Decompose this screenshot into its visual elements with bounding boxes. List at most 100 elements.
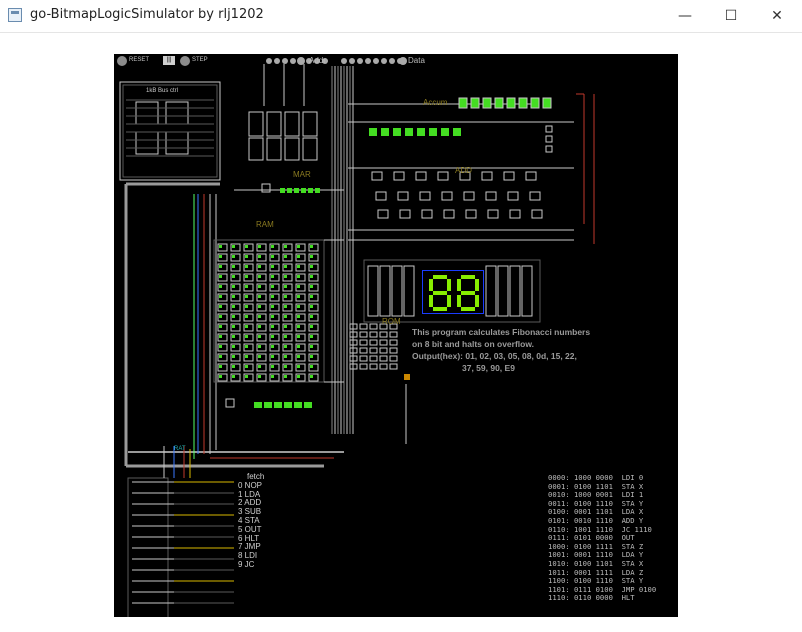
- adder-gate: [525, 171, 537, 181]
- bus-connector: [373, 58, 379, 64]
- mode-toggle[interactable]: |||: [163, 56, 175, 65]
- adder-gate: [465, 209, 477, 219]
- step-label: STEP: [192, 57, 208, 63]
- adder-gate: [443, 209, 455, 219]
- addr-bus-label: Addr: [309, 56, 326, 65]
- rom-cell: [379, 331, 388, 338]
- ram-bit: [219, 305, 222, 308]
- register-cell: [248, 111, 264, 137]
- output-latch: [485, 265, 497, 317]
- ram-led: [294, 402, 302, 408]
- small-box: [545, 135, 553, 143]
- ram-bit: [284, 305, 287, 308]
- small-box: [545, 125, 553, 133]
- ram-bit: [245, 285, 248, 288]
- rom-cell: [389, 347, 398, 354]
- adder-gate: [529, 191, 541, 201]
- close-button[interactable]: ✕: [754, 0, 800, 32]
- adder-gate: [375, 191, 387, 201]
- ram-bit: [245, 305, 248, 308]
- ram-bit: [258, 265, 261, 268]
- description-line: on 8 bit and halts on overflow.: [412, 339, 534, 349]
- ram-bit: [219, 255, 222, 258]
- ram-bit: [271, 285, 274, 288]
- rom-indicator: [404, 374, 410, 380]
- adder-gate: [463, 191, 475, 201]
- ram-bit: [232, 375, 235, 378]
- display-segment: [461, 275, 475, 279]
- output-latch: [379, 265, 391, 317]
- maximize-button[interactable]: ☐: [708, 0, 754, 32]
- mar-led: [301, 188, 306, 193]
- bus-connector: [389, 58, 395, 64]
- ram-bit: [310, 245, 313, 248]
- output-latch: [391, 265, 403, 317]
- accum-led: [441, 128, 449, 136]
- clock-block: [119, 81, 221, 181]
- ram-label: RAM: [256, 220, 274, 229]
- ram-bit: [232, 265, 235, 268]
- ram-bit: [232, 285, 235, 288]
- add-label: ADD: [455, 166, 472, 175]
- accum-led: [417, 128, 425, 136]
- ram-bit: [232, 295, 235, 298]
- ram-bit: [245, 295, 248, 298]
- ram-box: [225, 398, 235, 408]
- minimize-button[interactable]: —: [662, 0, 708, 32]
- ram-bit: [271, 305, 274, 308]
- bus-connector: [274, 58, 280, 64]
- adder-gate: [437, 171, 449, 181]
- reset-button[interactable]: [117, 56, 127, 66]
- ram-bit: [219, 345, 222, 348]
- bus-connector: [290, 58, 296, 64]
- ram-bit: [284, 355, 287, 358]
- ram-bit: [297, 355, 300, 358]
- addr-bus-button: [297, 57, 305, 65]
- ram-bit: [271, 335, 274, 338]
- step-button[interactable]: [180, 56, 190, 66]
- bus-connector: [349, 58, 355, 64]
- ram-bit: [310, 365, 313, 368]
- adder-gate: [441, 191, 453, 201]
- ram-bit: [258, 275, 261, 278]
- ram-bit: [219, 375, 222, 378]
- circuit-board[interactable]: RESET ||| STEP Addr Data 1kB Bus ctrl Ac…: [114, 54, 678, 617]
- rom-cell: [359, 363, 368, 370]
- ram-bit: [232, 315, 235, 318]
- ram-bit: [284, 345, 287, 348]
- ram-bit: [271, 245, 274, 248]
- ram-bit: [297, 275, 300, 278]
- ram-bit: [297, 345, 300, 348]
- ram-bit: [219, 365, 222, 368]
- small-box: [545, 145, 553, 153]
- ram-bit: [258, 245, 261, 248]
- ram-bit: [284, 315, 287, 318]
- title-bar: go-BitmapLogicSimulator by rlj1202 — ☐ ✕: [0, 0, 802, 33]
- rom-cell: [359, 355, 368, 362]
- rom-cell: [359, 323, 368, 330]
- ram-bit: [219, 335, 222, 338]
- ram-bit: [219, 275, 222, 278]
- accum-label: Accum: [423, 98, 448, 107]
- opcode-item: 9 JC: [238, 559, 255, 569]
- ram-bit: [310, 285, 313, 288]
- ram-bit: [297, 285, 300, 288]
- ram-bit: [245, 255, 248, 258]
- ram-bit: [284, 285, 287, 288]
- display-segment: [475, 279, 479, 291]
- ram-bit: [310, 345, 313, 348]
- output-latch: [497, 265, 509, 317]
- display-segment: [433, 307, 447, 311]
- ram-bit: [232, 305, 235, 308]
- display-segment: [433, 275, 447, 279]
- ram-bit: [310, 265, 313, 268]
- ram-bit: [232, 355, 235, 358]
- ram-bit: [284, 275, 287, 278]
- accum-led: [506, 97, 516, 109]
- rom-cell: [369, 355, 378, 362]
- ram-bit: [232, 275, 235, 278]
- rom-cell: [369, 339, 378, 346]
- ram-bit: [310, 305, 313, 308]
- ram-bit: [297, 365, 300, 368]
- adder-gate: [397, 191, 409, 201]
